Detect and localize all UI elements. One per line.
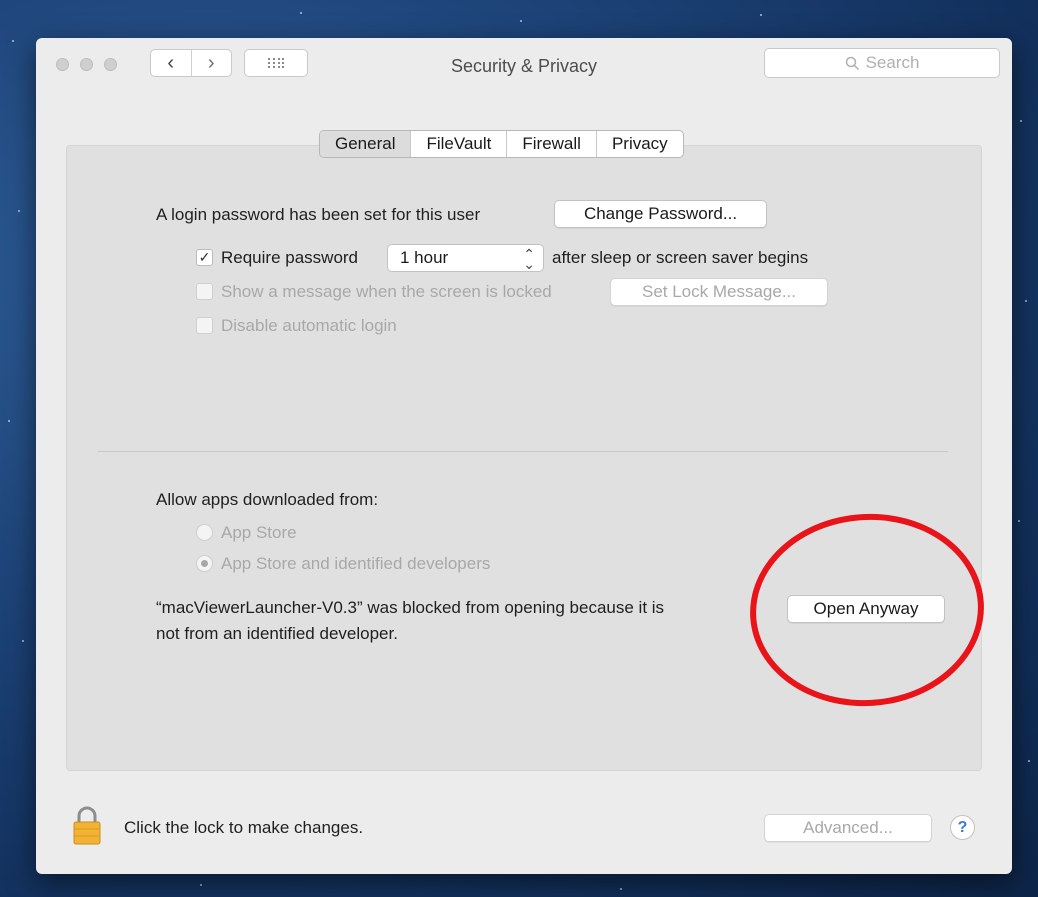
- blocked-message-line1: “macViewerLauncher-V0.3” was blocked fro…: [156, 598, 665, 617]
- require-password-checkbox[interactable]: ✓: [196, 249, 213, 266]
- tab-firewall[interactable]: Firewall: [506, 131, 596, 157]
- set-lock-message-button[interactable]: Set Lock Message...: [610, 278, 828, 306]
- require-password-label: Require password: [221, 248, 359, 267]
- advanced-button[interactable]: Advanced...: [764, 814, 932, 842]
- blocked-message-line2: not from an identified developer.: [156, 624, 398, 643]
- disable-autologin-label: Disable automatic login: [221, 316, 397, 335]
- show-message-checkbox[interactable]: [196, 283, 213, 300]
- lock-status-text: Click the lock to make changes.: [124, 818, 364, 837]
- disable-autologin-checkbox[interactable]: [196, 317, 213, 334]
- radio-app-store[interactable]: [196, 524, 213, 541]
- lock-icon[interactable]: [72, 805, 102, 845]
- login-password-text: A login password has been set for this u…: [156, 205, 481, 224]
- section-divider: [98, 451, 948, 452]
- search-placeholder: Search: [865, 53, 920, 72]
- show-message-label: Show a message when the screen is locked: [221, 282, 552, 301]
- help-icon: ?: [957, 818, 968, 836]
- security-privacy-window: ‹ › Security & Privacy Search General Fi: [36, 38, 1012, 874]
- after-sleep-text: after sleep or screen saver begins: [552, 248, 809, 267]
- title-bar: ‹ › Security & Privacy Search: [36, 38, 1012, 92]
- help-button[interactable]: ?: [950, 815, 975, 840]
- tab-privacy[interactable]: Privacy: [595, 131, 683, 157]
- allow-apps-heading: Allow apps downloaded from:: [156, 490, 379, 509]
- change-password-button[interactable]: Change Password...: [554, 200, 767, 228]
- require-password-delay-popup[interactable]: 1 hour ⌃ ⌄: [387, 244, 544, 272]
- radio-app-store-label: App Store: [221, 523, 297, 542]
- radio-selected-dot: [201, 560, 208, 567]
- require-password-delay-value: 1 hour: [400, 248, 449, 267]
- checkmark-icon: ✓: [198, 249, 211, 265]
- search-field[interactable]: Search: [764, 48, 1000, 78]
- tab-bar: General FileVault Firewall Privacy: [319, 130, 684, 158]
- radio-identified-developers-label: App Store and identified developers: [221, 554, 491, 573]
- tab-filevault[interactable]: FileVault: [410, 131, 506, 157]
- radio-identified-developers[interactable]: [196, 555, 213, 572]
- search-icon: [845, 56, 859, 70]
- tab-general[interactable]: General: [320, 131, 411, 157]
- popup-arrows-icon: ⌃ ⌄: [523, 246, 535, 272]
